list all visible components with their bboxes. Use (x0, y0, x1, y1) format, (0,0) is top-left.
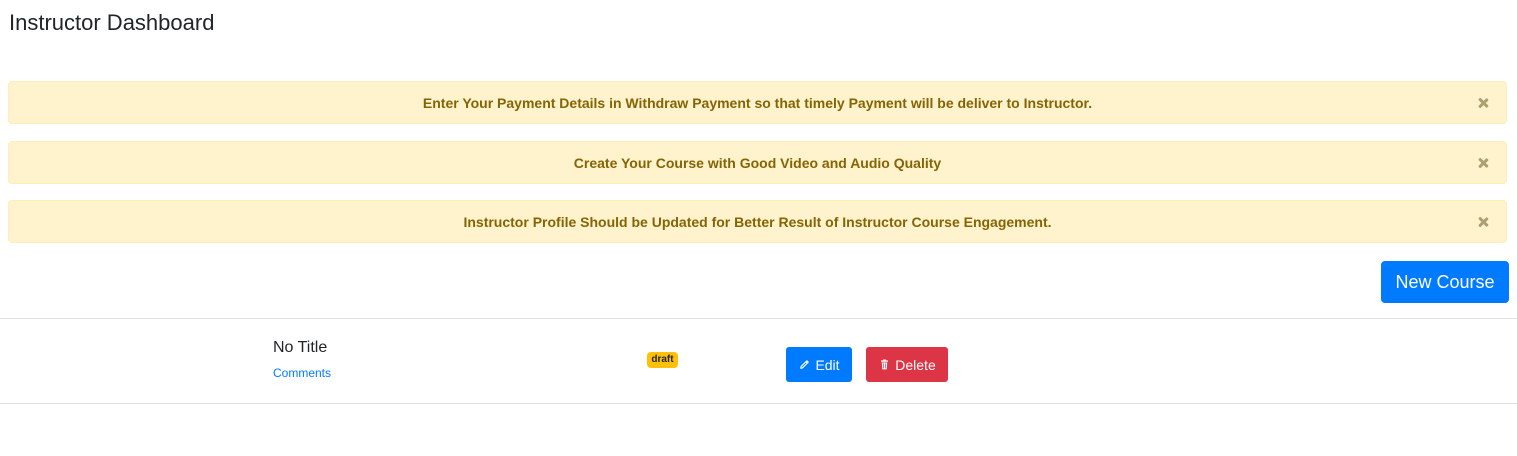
alert-text: Create Your Course with Good Video and A… (573, 154, 942, 171)
alert-course-quality: Create Your Course with Good Video and A… (8, 141, 1507, 184)
alert-profile-update: Instructor Profile Should be Updated for… (8, 200, 1507, 243)
close-icon[interactable] (1475, 95, 1491, 111)
pencil-icon (798, 359, 810, 371)
alert-payment-details: Enter Your Payment Details in Withdraw P… (8, 81, 1507, 124)
edit-button[interactable]: Edit (786, 347, 852, 382)
course-title: No Title (273, 339, 328, 356)
edit-label: Edit (815, 356, 840, 373)
close-icon[interactable] (1475, 155, 1491, 171)
comments-link[interactable]: Comments (273, 366, 331, 381)
close-icon[interactable] (1475, 214, 1491, 230)
divider (0, 403, 1517, 404)
delete-label: Delete (895, 356, 936, 373)
trash-icon (878, 359, 890, 371)
new-course-button[interactable]: New Course (1381, 261, 1509, 303)
alert-text: Instructor Profile Should be Updated for… (463, 213, 1052, 230)
divider (0, 318, 1517, 319)
status-badge: draft (647, 352, 678, 368)
alert-text: Enter Your Payment Details in Withdraw P… (422, 94, 1093, 111)
delete-button[interactable]: Delete (866, 347, 948, 382)
page-title: Instructor Dashboard (9, 10, 215, 35)
